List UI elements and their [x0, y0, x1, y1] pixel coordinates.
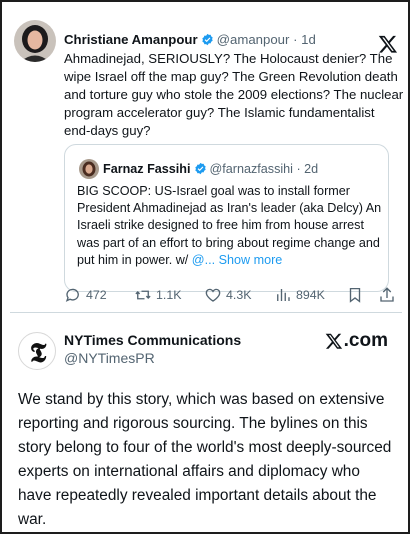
reply-button[interactable]: 472 [64, 286, 107, 304]
quote-author-avatar[interactable] [79, 159, 99, 179]
quote-header: Farnaz Fassihi @farnazfassihi · 2d [103, 162, 318, 176]
repost-button[interactable]: 1.1K [134, 286, 182, 304]
tweet-header: Christiane Amanpour @amanpour · 1d [64, 32, 316, 47]
quote-author-handle[interactable]: @farnazfassihi [210, 162, 293, 176]
post-text: We stand by this story, which was based … [18, 391, 392, 528]
quoted-tweet-card[interactable]: Christiane Amanpour @amanpour · 1d Ahmadi… [14, 20, 403, 324]
post-author-handle[interactable]: @NYTimesPR [64, 349, 241, 367]
verified-badge-icon [201, 33, 213, 46]
x-com-label: .com [343, 330, 388, 351]
author-handle[interactable]: @amanpour [217, 32, 290, 47]
quote-author-name[interactable]: Farnaz Fassihi [103, 162, 191, 176]
reply-icon [65, 288, 79, 302]
post-author-name[interactable]: NYTimes Communications [64, 331, 241, 349]
bookmark-button[interactable] [346, 286, 364, 304]
like-icon [205, 288, 221, 302]
verified-badge-icon [194, 162, 206, 175]
views-button[interactable]: 894K [274, 286, 325, 304]
like-count: 4.3K [226, 288, 252, 302]
bookmark-icon [349, 287, 361, 303]
tweet-time[interactable]: · 1d [293, 32, 316, 47]
share-button[interactable] [378, 286, 396, 304]
repost-count: 1.1K [156, 288, 182, 302]
views-count: 894K [296, 288, 325, 302]
like-button[interactable]: 4.3K [204, 286, 252, 304]
mention-link[interactable]: @... [192, 253, 215, 267]
tweet-action-bar: 472 1.1K 4.3K 894K [64, 286, 404, 308]
author-avatar[interactable] [14, 20, 56, 62]
nyt-avatar[interactable]: 𝕿 [18, 332, 56, 370]
share-icon [380, 287, 394, 302]
views-icon [277, 289, 290, 301]
x-com-watermark: .com [325, 330, 388, 352]
svg-text:𝕿: 𝕿 [30, 338, 47, 369]
show-more-link[interactable]: Show more [219, 253, 283, 267]
tweet-text: Ahmadinejad, SERIOUSLY? The Holocaust de… [64, 51, 404, 138]
x-logo-icon [325, 333, 342, 349]
author-name[interactable]: Christiane Amanpour [64, 32, 198, 47]
quote-text: BIG SCOOP: US-Israel goal was to install… [77, 183, 382, 269]
repost-icon [135, 290, 151, 300]
embedded-quote-tweet[interactable]: Farnaz Fassihi @farnazfassihi · 2d BIG SC… [64, 144, 389, 292]
post-header: NYTimes Communications @NYTimesPR [64, 331, 241, 367]
quote-time[interactable]: · 2d [296, 162, 318, 176]
section-divider [10, 312, 402, 313]
reply-count: 472 [86, 288, 107, 302]
